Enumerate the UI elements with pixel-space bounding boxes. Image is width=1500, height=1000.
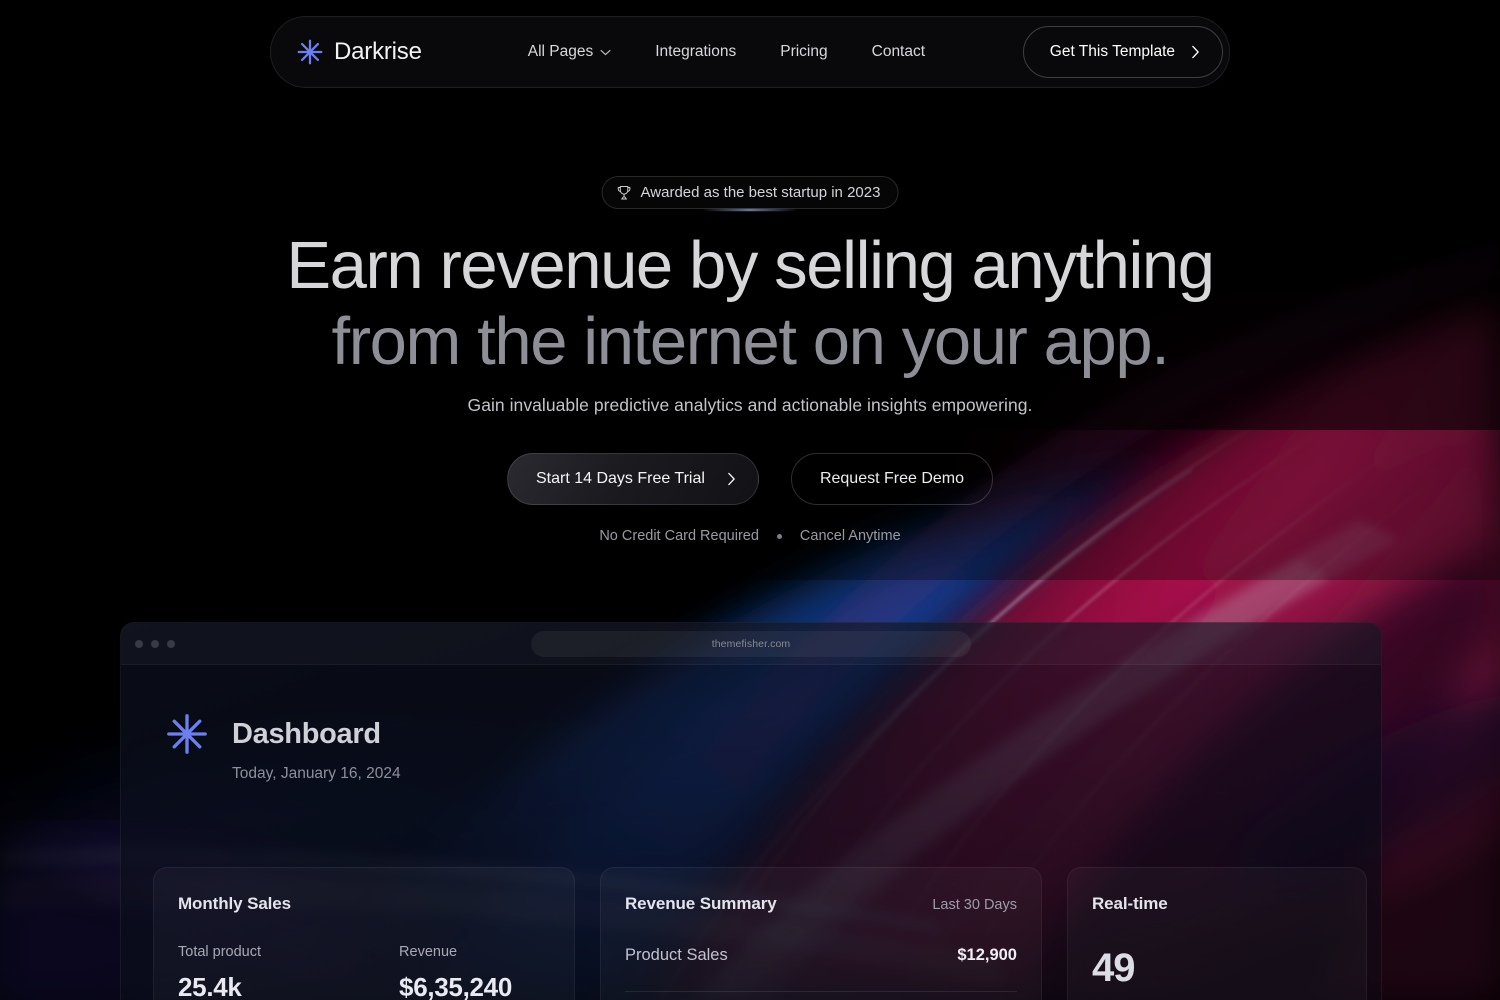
monthly-sales-title: Monthly Sales	[178, 894, 292, 913]
star-asterisk-icon	[297, 39, 323, 65]
monthly-sales-card: Monthly Sales Total product 25.4k Revenu…	[153, 867, 575, 1000]
page-title: Earn revenue by selling anything from th…	[0, 228, 1500, 380]
badge-underline-glow	[702, 209, 798, 211]
revenue-row-product-sales: Product Sales $12,900	[625, 946, 1017, 965]
headline-line-2: from the internet on your app.	[331, 304, 1170, 379]
realtime-title: Real-time	[1092, 894, 1168, 913]
dot-separator-icon	[776, 533, 782, 539]
revenue-summary-header: Revenue Summary Last 30 Days	[625, 894, 1017, 914]
no-credit-card-text: No Credit Card Required	[599, 528, 759, 544]
hero-cta-row: Start 14 Days Free Trial Request Free De…	[0, 453, 1500, 505]
realtime-value: 49	[1092, 946, 1136, 990]
chevron-right-icon	[728, 472, 735, 486]
revenue-row-divider	[625, 991, 1017, 992]
dashboard-body: Dashboard Today, January 16, 2024 Monthl…	[121, 665, 1381, 1000]
page-root: Darkrise All Pages Integrations Pricing …	[0, 0, 1500, 1000]
browser-url-bar[interactable]: themefisher.com	[531, 630, 971, 657]
dashboard-mockup: themefisher.com Dashboard Today, January…	[120, 622, 1382, 1000]
headline-line-1: Earn revenue by selling anything	[286, 228, 1215, 303]
monthly-sales-stats: Total product 25.4k Revenue $6,35,240	[178, 944, 550, 1000]
revenue-summary-period: Last 30 Days	[932, 897, 1017, 913]
navbar: Darkrise All Pages Integrations Pricing …	[270, 16, 1230, 88]
nav-link-label: Contact	[871, 43, 926, 60]
dashboard-date: Today, January 16, 2024	[232, 765, 401, 782]
stat-value: $6,35,240	[399, 972, 512, 1000]
brand-name: Darkrise	[334, 38, 422, 65]
dashboard-header: Dashboard	[166, 713, 1381, 755]
stat-value: 25.4k	[178, 972, 242, 1000]
revenue-summary-title: Revenue Summary	[625, 894, 777, 913]
start-free-trial-button[interactable]: Start 14 Days Free Trial	[506, 453, 759, 505]
stat-label: Total product	[178, 944, 262, 960]
dashboard-cards: Monthly Sales Total product 25.4k Revenu…	[153, 867, 1367, 1000]
nav-link-label: Integrations	[655, 43, 737, 60]
stat-label: Revenue	[399, 944, 458, 960]
award-badge: Awarded as the best startup in 2023	[601, 176, 899, 209]
get-this-template-label: Get This Template	[1049, 43, 1175, 60]
award-badge-text: Awarded as the best startup in 2023	[640, 184, 881, 201]
start-free-trial-label: Start 14 Days Free Trial	[535, 470, 705, 487]
request-free-demo-button[interactable]: Request Free Demo	[790, 453, 993, 505]
nav-link-contact[interactable]: Contact	[850, 35, 947, 69]
nav-links: All Pages Integrations Pricing Contact	[506, 35, 947, 69]
nav-link-all-pages[interactable]: All Pages	[506, 35, 633, 69]
nav-link-integrations[interactable]: Integrations	[633, 35, 758, 69]
hero-microcopy: No Credit Card Required Cancel Anytime	[0, 528, 1500, 544]
browser-chrome: themefisher.com	[121, 623, 1381, 665]
cancel-anytime-text: Cancel Anytime	[799, 528, 901, 544]
window-dot-maximize	[167, 639, 175, 648]
request-free-demo-label: Request Free Demo	[819, 470, 964, 487]
revenue-row-name: Product Sales	[625, 946, 728, 964]
revenue-summary-card: Revenue Summary Last 30 Days Product Sal…	[600, 867, 1042, 1000]
nav-link-label: Pricing	[780, 43, 828, 60]
window-dot-close	[135, 639, 143, 648]
chevron-down-icon	[600, 49, 611, 55]
stat-revenue: Revenue $6,35,240	[399, 944, 512, 1000]
window-dots	[135, 639, 175, 648]
get-this-template-button[interactable]: Get This Template	[1022, 26, 1223, 78]
nav-link-label: All Pages	[527, 43, 594, 60]
brand-logo[interactable]: Darkrise	[297, 38, 422, 66]
star-asterisk-icon	[167, 714, 207, 754]
realtime-card: Real-time 49 Visiting now	[1067, 867, 1367, 1000]
revenue-row-amount: $12,900	[957, 946, 1017, 964]
nav-link-pricing[interactable]: Pricing	[758, 35, 849, 69]
browser-url-text: themefisher.com	[711, 637, 791, 650]
chevron-right-icon	[1192, 45, 1199, 59]
hero-subtitle: Gain invaluable predictive analytics and…	[467, 395, 1033, 415]
dashboard-title: Dashboard	[232, 717, 381, 750]
window-dot-minimize	[151, 639, 159, 648]
trophy-icon	[617, 185, 631, 199]
stat-total-product: Total product 25.4k	[178, 944, 261, 1000]
